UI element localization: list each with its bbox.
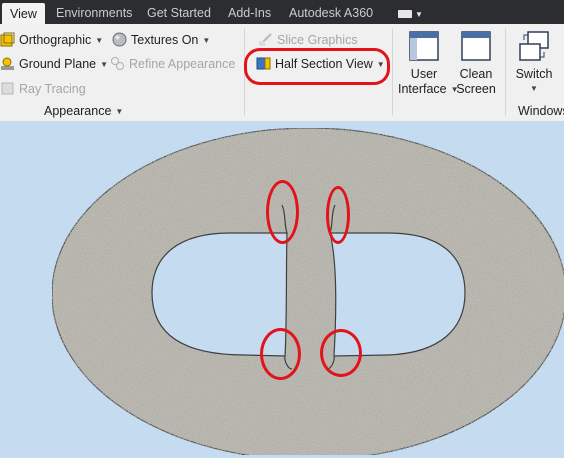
slice-graphics-icon xyxy=(259,33,272,47)
graphics-viewport[interactable] xyxy=(0,121,564,458)
appearance-panel-label[interactable]: Appearance ▼ xyxy=(44,104,123,118)
slice-graphics-button[interactable]: Slice Graphics xyxy=(258,33,358,48)
highlight-inner-edge-top-right xyxy=(326,186,350,244)
orthographic-icon xyxy=(0,32,15,47)
clean-screen-button[interactable]: Clean Screen xyxy=(456,30,496,97)
windows-panel-label: Windows xyxy=(518,104,564,118)
switch-windows-icon xyxy=(519,31,549,61)
ray-tracing-icon xyxy=(1,82,14,95)
user-interface-icon xyxy=(409,31,439,61)
ribbon-options-dropdown[interactable]: ▼ xyxy=(398,0,423,24)
highlight-half-section-view xyxy=(244,48,390,85)
highlight-inner-edge-bottom-right xyxy=(320,329,362,377)
clean-screen-icon xyxy=(461,31,491,61)
tab-environments[interactable]: Environments xyxy=(56,0,132,24)
panel-divider xyxy=(505,28,506,116)
textures-icon xyxy=(112,32,127,47)
tab-view[interactable]: View xyxy=(2,3,45,24)
refine-appearance-icon xyxy=(111,57,124,71)
panel-toggle-icon xyxy=(398,9,412,18)
chain-link-section-model xyxy=(51,127,564,458)
orthographic-button[interactable]: Orthographic ▼ xyxy=(0,32,103,48)
ground-plane-icon xyxy=(1,57,14,71)
ground-plane-button[interactable]: Ground Plane ▼ xyxy=(0,57,108,72)
highlight-inner-edge-top-left xyxy=(266,180,299,244)
refine-appearance-button[interactable]: Refine Appearance xyxy=(110,57,235,72)
highlight-inner-edge-bottom-left xyxy=(260,328,301,380)
ribbon-tab-bar: View Environments Get Started Add-Ins Au… xyxy=(0,0,564,24)
tab-autodesk-a360[interactable]: Autodesk A360 xyxy=(289,0,373,24)
textures-on-button[interactable]: Textures On ▼ xyxy=(112,32,210,48)
tab-get-started[interactable]: Get Started xyxy=(147,0,211,24)
ray-tracing-button[interactable]: Ray Tracing xyxy=(0,82,86,97)
user-interface-button[interactable]: User Interface ▼ xyxy=(398,30,459,98)
switch-button[interactable]: Switch ▼ xyxy=(512,30,556,97)
tab-add-ins[interactable]: Add-Ins xyxy=(228,0,271,24)
panel-divider xyxy=(392,28,393,116)
ribbon-panel: Orthographic ▼ Textures On ▼ Ground Plane ▼… xyxy=(0,24,564,122)
